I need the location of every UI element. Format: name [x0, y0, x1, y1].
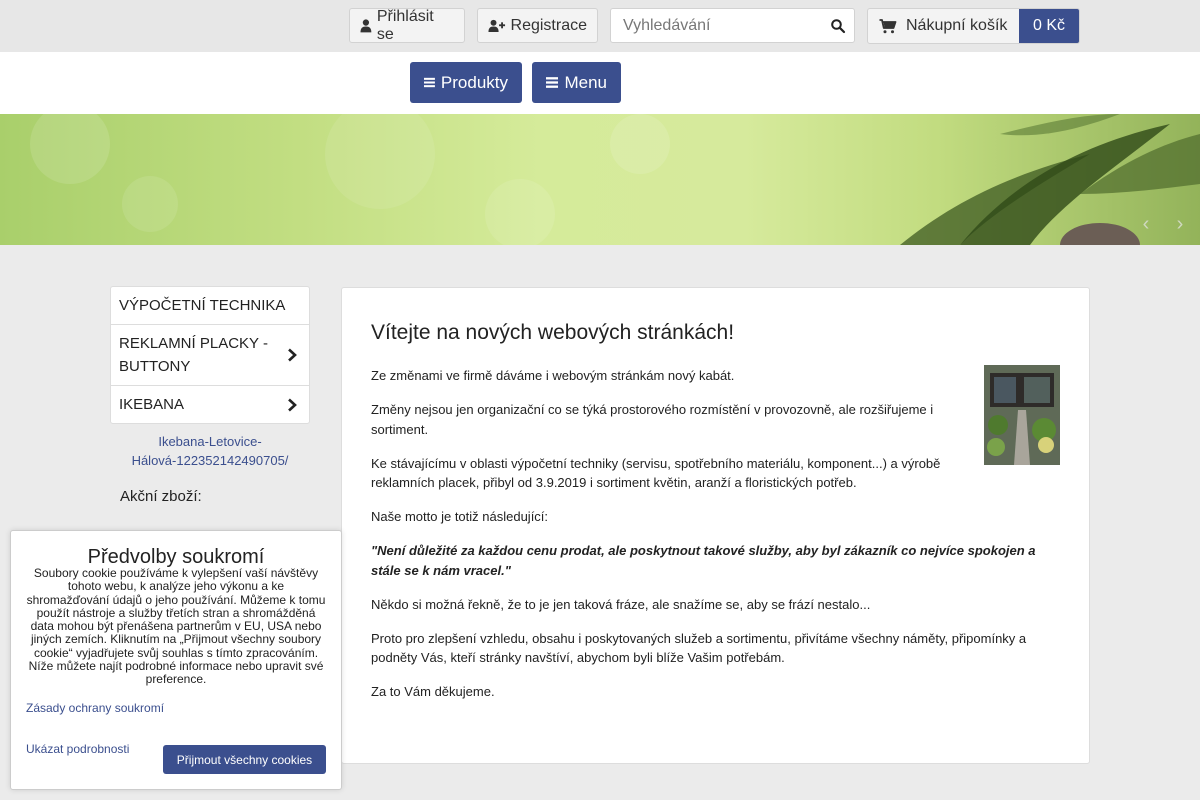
- category-sidebar: VÝPOČETNÍ TECHNIKA REKLAMNÍ PLACKY - BUT…: [110, 286, 310, 424]
- facebook-page-link[interactable]: Ikebana-Letovice-Hálová-122352142490705/: [110, 432, 310, 470]
- motto-quote: "Není důležité za každou cenu prodat, al…: [371, 543, 1036, 578]
- search-icon[interactable]: [830, 18, 846, 34]
- sidebar-item-ikebana[interactable]: IKEBANA: [111, 386, 309, 423]
- products-label: Produkty: [440, 72, 508, 92]
- main-nav: Produkty Menu: [0, 52, 1200, 114]
- chevron-right-icon: [288, 348, 297, 362]
- cart-button[interactable]: Nákupní košík 0 Kč: [867, 8, 1080, 44]
- accept-cookies-button[interactable]: Přijmout všechny cookies: [163, 745, 326, 774]
- cart-total: 0 Kč: [1019, 9, 1079, 43]
- login-button[interactable]: Přihlásit se: [349, 8, 465, 43]
- page-title: Vítejte na nových webových stránkách!: [371, 321, 735, 344]
- sidebar-item-reklamni-placky[interactable]: REKLAMNÍ PLACKY - BUTTONY: [111, 325, 309, 386]
- content-body: Ze změnami ve firmě dáváme i webovým str…: [371, 366, 1061, 716]
- banner-next-arrow[interactable]: ›: [1166, 212, 1194, 236]
- cookie-consent-panel: Předvolby soukromí Soubory cookie použív…: [10, 530, 342, 790]
- cart-icon: [879, 18, 897, 33]
- login-label: Přihlásit se: [376, 7, 434, 43]
- cart-label-area: Nákupní košík: [868, 9, 1019, 43]
- cart-label: Nákupní košík: [906, 17, 1008, 34]
- sale-items-heading: Akční zboží:: [120, 488, 202, 505]
- menu-button[interactable]: Menu: [532, 62, 621, 103]
- paragraph: Proto pro zlepšení vzhledu, obsahu i pos…: [371, 630, 1027, 666]
- paragraph: Někdo si možná řekně, že to je jen takov…: [371, 596, 871, 612]
- cookie-text: Soubory cookie používáme k vylepšení vaš…: [26, 566, 326, 687]
- menu-label: Menu: [564, 72, 607, 92]
- sidebar-item-label: REKLAMNÍ PLACKY - BUTTONY: [119, 335, 268, 375]
- paragraph: Za to Vám děkujeme.: [371, 684, 495, 699]
- search-box: [610, 8, 855, 43]
- privacy-policy-link[interactable]: Zásady ochrany soukromí: [26, 701, 164, 715]
- user-plus-icon: [488, 19, 506, 32]
- hamburger-icon: [424, 77, 435, 88]
- register-label: Registrace: [510, 16, 587, 34]
- top-bar: Přihlásit se Registrace Nákupní košík 0 …: [0, 0, 1200, 52]
- paragraph: Ke stávajícímu v oblasti výpočetní techn…: [371, 455, 941, 491]
- hero-banner: ‹ ›: [0, 114, 1200, 245]
- banner-prev-arrow[interactable]: ‹: [1132, 212, 1160, 236]
- main-content: Vítejte na nových webových stránkách! Ze…: [341, 287, 1090, 764]
- chevron-right-icon: [288, 398, 297, 411]
- paragraph: Naše motto je totiž následující:: [371, 509, 549, 524]
- show-details-link[interactable]: Ukázat podrobnosti: [26, 742, 129, 756]
- banner-image: [30, 114, 1200, 245]
- user-icon: [360, 18, 372, 32]
- sidebar-item-label: IKEBANA: [119, 396, 185, 413]
- products-menu-button[interactable]: Produkty: [410, 62, 522, 103]
- register-button[interactable]: Registrace: [477, 8, 598, 43]
- sidebar-item-vypocetni-technika[interactable]: VÝPOČETNÍ TECHNIKA: [111, 287, 309, 325]
- hamburger-icon: [546, 77, 559, 88]
- sidebar-item-label: VÝPOČETNÍ TECHNIKA: [119, 297, 286, 314]
- search-input[interactable]: [611, 9, 811, 42]
- paragraph: Ze změnami ve firmě dáváme i webovým str…: [371, 368, 735, 383]
- paragraph: Změny nejsou jen organizační co se týká …: [371, 402, 934, 437]
